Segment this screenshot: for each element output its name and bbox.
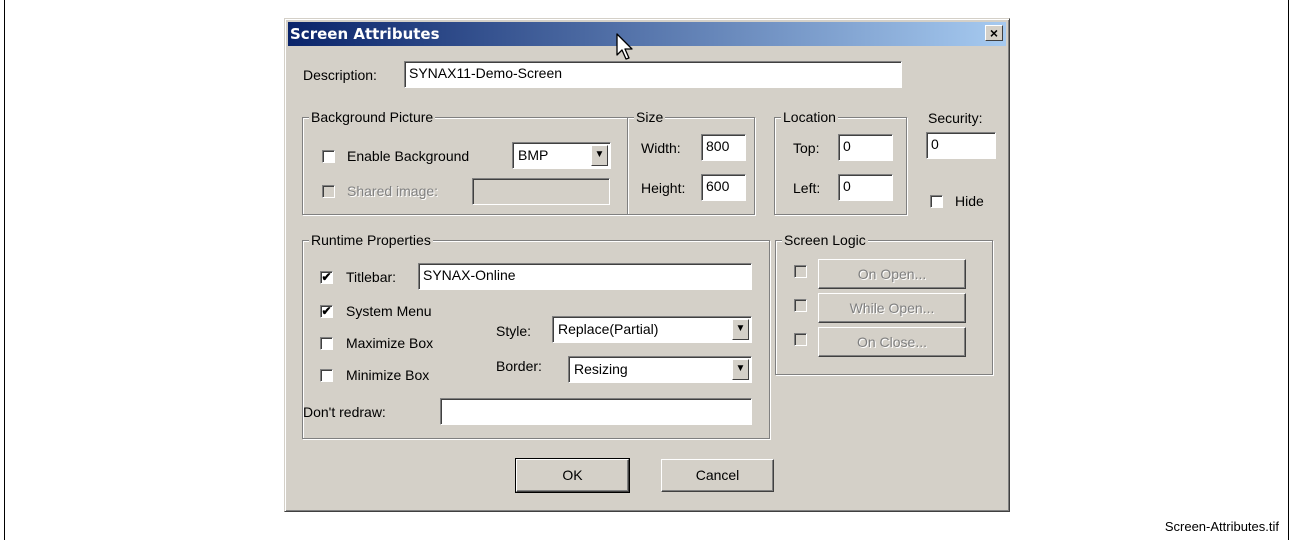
- on-close-button[interactable]: On Close...: [818, 327, 966, 357]
- enable-background-label: Enable Background: [347, 148, 470, 164]
- width-input[interactable]: 800: [701, 134, 746, 161]
- screen-attributes-dialog: Screen Attributes × Description: SYNAX11…: [284, 18, 1010, 512]
- close-button[interactable]: ×: [985, 25, 1003, 41]
- top-input[interactable]: 0: [838, 134, 893, 161]
- description-label: Description:: [303, 67, 377, 83]
- style-value: Replace(Partial): [558, 321, 659, 337]
- border-value: Resizing: [574, 361, 628, 377]
- left-input[interactable]: 0: [838, 174, 893, 201]
- system-menu-checkbox[interactable]: ✔: [320, 305, 333, 318]
- ok-button[interactable]: OK: [515, 458, 630, 493]
- maximize-box-label: Maximize Box: [346, 335, 434, 351]
- dropdown-arrow-icon[interactable]: ▼: [591, 145, 608, 166]
- background-format-value: BMP: [518, 147, 549, 163]
- hide-checkbox[interactable]: [930, 195, 943, 208]
- minimize-box-label: Minimize Box: [346, 367, 430, 383]
- titlebar-input[interactable]: SYNAX-Online: [418, 263, 752, 290]
- titlebar-checkbox[interactable]: ✔: [320, 271, 333, 284]
- while-open-button[interactable]: While Open...: [818, 293, 966, 323]
- background-picture-title: Background Picture: [309, 109, 436, 125]
- cancel-button[interactable]: Cancel: [661, 459, 774, 492]
- on-open-checkbox[interactable]: [794, 265, 807, 278]
- height-input[interactable]: 600: [701, 174, 746, 201]
- shared-image-label: Shared image:: [347, 183, 439, 199]
- minimize-box-checkbox[interactable]: [320, 369, 333, 382]
- security-label: Security:: [928, 110, 983, 126]
- height-label: Height:: [641, 180, 686, 196]
- shared-image-input[interactable]: [472, 178, 610, 205]
- dont-redraw-input[interactable]: [440, 398, 752, 425]
- system-menu-label: System Menu: [346, 303, 432, 319]
- dropdown-arrow-icon[interactable]: ▼: [732, 319, 749, 340]
- top-label: Top:: [793, 140, 820, 156]
- shared-image-checkbox[interactable]: [322, 185, 335, 198]
- on-close-checkbox[interactable]: [794, 333, 807, 346]
- runtime-properties-title: Runtime Properties: [309, 232, 433, 248]
- while-open-checkbox[interactable]: [794, 299, 807, 312]
- image-caption: Screen-Attributes.tif: [1164, 519, 1279, 534]
- on-open-button[interactable]: On Open...: [818, 259, 966, 289]
- security-input[interactable]: 0: [926, 132, 996, 159]
- location-title: Location: [781, 109, 838, 125]
- dialog-title: Screen Attributes: [290, 25, 440, 43]
- style-label: Style:: [496, 323, 532, 339]
- border-select[interactable]: Resizing ▼: [568, 356, 752, 383]
- description-input[interactable]: SYNAX11-Demo-Screen: [404, 61, 902, 88]
- width-label: Width:: [641, 140, 681, 156]
- dropdown-arrow-icon[interactable]: ▼: [732, 359, 749, 380]
- left-label: Left:: [793, 180, 821, 196]
- hide-label: Hide: [955, 193, 984, 209]
- border-label: Border:: [496, 358, 542, 374]
- enable-background-checkbox[interactable]: [322, 150, 335, 163]
- maximize-box-checkbox[interactable]: [320, 337, 333, 350]
- dont-redraw-label: Don't redraw:: [303, 404, 386, 420]
- background-format-select[interactable]: BMP ▼: [512, 142, 611, 169]
- titlebar-label: Titlebar:: [346, 269, 397, 285]
- title-bar[interactable]: Screen Attributes ×: [288, 22, 1006, 46]
- size-title: Size: [634, 109, 666, 125]
- style-select[interactable]: Replace(Partial) ▼: [552, 316, 752, 343]
- mouse-cursor-icon: [616, 33, 633, 60]
- screen-logic-title: Screen Logic: [782, 232, 868, 248]
